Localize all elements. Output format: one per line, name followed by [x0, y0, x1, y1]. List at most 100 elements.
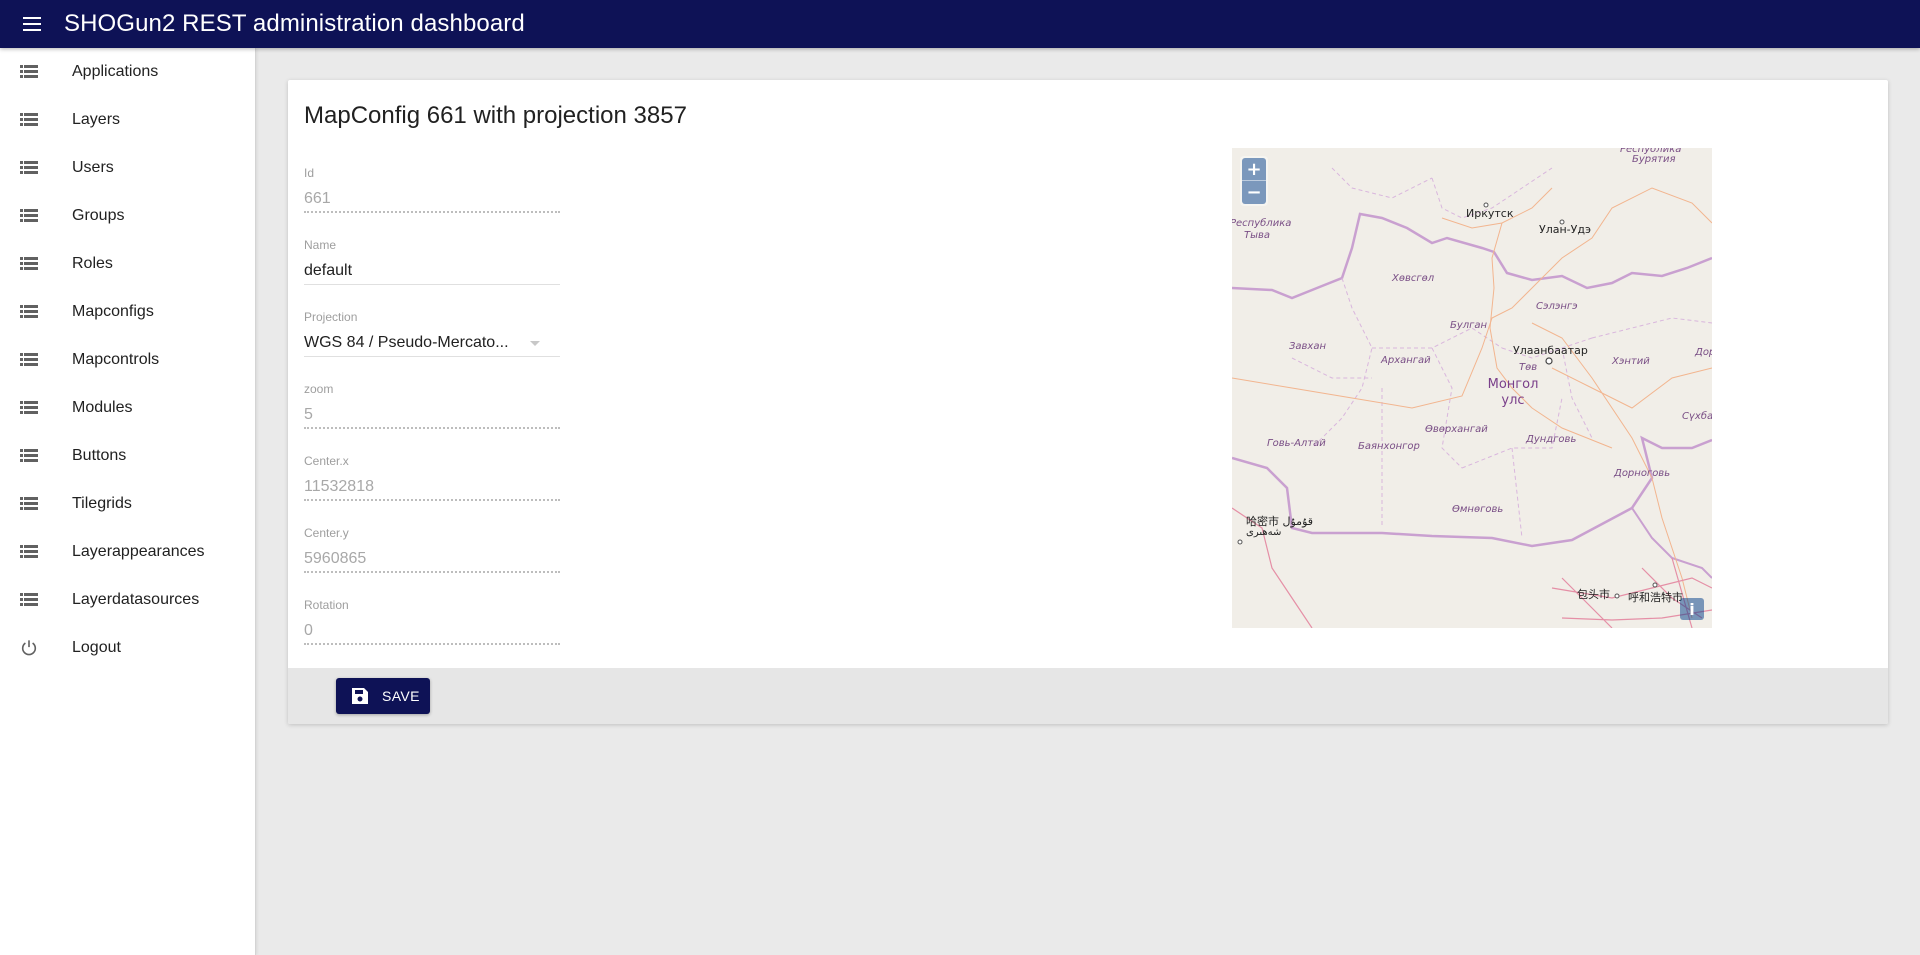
list-icon — [0, 63, 72, 81]
list-icon — [0, 495, 72, 513]
map-label-khovsgol: Хөвсгөл — [1392, 273, 1435, 284]
sidebar-item-label: Groups — [72, 207, 125, 224]
center-y-underline — [304, 571, 560, 573]
city-marker — [1237, 539, 1243, 545]
save-button[interactable]: SAVE — [336, 678, 430, 714]
map-label-dornod: Дорн — [1695, 347, 1712, 358]
country-border — [1232, 212, 1712, 300]
map-label-zavkhan: Завхан — [1289, 341, 1327, 352]
rotation-value: 0 — [304, 622, 313, 639]
sidebar-item-logout[interactable]: Logout — [0, 624, 255, 672]
projection-select[interactable]: Projection WGS 84 / Pseudo-Mercato... — [304, 310, 560, 357]
card-actions: SAVE — [288, 668, 1888, 724]
map-label-selenge: Сэлэнгэ — [1536, 301, 1578, 312]
map-label-hami: شەھىرى — [1246, 527, 1282, 538]
map-viewport[interactable]: Республика Бурятия Иркутск Улан-Удэ Респ… — [1232, 148, 1712, 628]
name-input[interactable] — [304, 262, 560, 280]
rotation-underline — [304, 643, 560, 645]
list-icon — [0, 351, 72, 369]
dropdown-arrow-icon[interactable] — [530, 340, 540, 346]
sidebar-item-users[interactable]: Users — [0, 144, 255, 192]
sidebar-item-label: Users — [72, 159, 114, 176]
country-border — [1631, 507, 1712, 579]
sidebar-item-label: Logout — [72, 639, 121, 656]
map-label-dundgovi: Дундговь — [1526, 434, 1577, 445]
projection-underline — [304, 356, 560, 357]
road — [1232, 187, 1712, 409]
city-marker — [1652, 582, 1658, 588]
power-icon — [0, 639, 72, 657]
list-icon — [0, 255, 72, 273]
sidebar-item-groups[interactable]: Groups — [0, 192, 255, 240]
zoom-label: zoom — [304, 382, 334, 396]
list-icon — [0, 591, 72, 609]
city-marker — [1614, 593, 1620, 599]
map-label-bayankhongor: Баянхонгор — [1358, 441, 1420, 452]
map-label-omnogovi: Өмнөговь — [1452, 504, 1504, 515]
rotation-label: Rotation — [304, 598, 349, 612]
zoom-out-button[interactable]: − — [1242, 181, 1266, 204]
sidebar-item-label: Layerappearances — [72, 543, 205, 560]
center-x-value: 11532818 — [304, 478, 374, 495]
sidebar-item-tilegrids[interactable]: Tilegrids — [0, 480, 255, 528]
map-label-arkhangai: Архангай — [1381, 355, 1431, 366]
map-label-tuva: Республика — [1232, 218, 1292, 229]
map-label-hohhot: 呼和浩特市 — [1628, 591, 1683, 604]
projection-value: WGS 84 / Pseudo-Mercato... — [304, 334, 509, 351]
map-label-mongolia: Монгол улс — [1485, 377, 1541, 409]
zoom-field: zoom 5 — [304, 382, 560, 429]
page-title: MapConfig 661 with projection 3857 — [304, 102, 687, 129]
sidebar-item-mapcontrols[interactable]: Mapcontrols — [0, 336, 255, 384]
map-label-mongolia-line1: Монгол — [1487, 377, 1539, 392]
center-x-label: Center.x — [304, 454, 349, 468]
hamburger-menu-icon — [23, 17, 41, 31]
sidebar-item-label: Mapcontrols — [72, 351, 160, 368]
map-label-tov: Төв — [1519, 362, 1538, 373]
menu-button[interactable] — [8, 0, 56, 48]
center-x-field: Center.x 11532818 — [304, 454, 560, 501]
road — [1441, 187, 1712, 619]
sidebar-item-mapconfigs[interactable]: Mapconfigs — [0, 288, 255, 336]
map-label-khentii: Хэнтий — [1612, 356, 1650, 367]
map-label-buryatia: Бурятия — [1632, 154, 1676, 165]
map-label-ulaanbaatar: Улаанбаатар — [1513, 344, 1588, 357]
sidebar-item-buttons[interactable]: Buttons — [0, 432, 255, 480]
sidebar-item-modules[interactable]: Modules — [0, 384, 255, 432]
map-label-bulgan: Булган — [1450, 320, 1488, 331]
zoom-underline — [304, 427, 560, 429]
name-label: Name — [304, 238, 337, 252]
sidebar-item-label: Buttons — [72, 447, 127, 464]
sidebar-item-roles[interactable]: Roles — [0, 240, 255, 288]
name-field[interactable]: Name — [304, 238, 560, 285]
zoom-in-button[interactable]: + — [1242, 158, 1266, 181]
mapconfig-card: MapConfig 661 with projection 3857 Id 66… — [288, 80, 1888, 724]
map-zoom-control: + − — [1240, 156, 1268, 206]
center-y-label: Center.y — [304, 526, 349, 540]
sidebar-item-label: Tilegrids — [72, 495, 132, 512]
floppy-disk-icon — [352, 688, 368, 704]
list-icon — [0, 303, 72, 321]
sidebar-item-layerdatasources[interactable]: Layerdatasources — [0, 576, 255, 624]
id-field: Id 661 — [304, 166, 560, 213]
app-bar: SHOGun2 REST administration dashboard — [0, 0, 1920, 48]
center-x-underline — [304, 499, 560, 501]
sidebar-item-layerappearances[interactable]: Layerappearances — [0, 528, 255, 576]
zoom-value: 5 — [304, 406, 313, 423]
name-underline — [304, 284, 560, 285]
save-label: SAVE — [382, 688, 420, 704]
map-label-baotou: 包头市 — [1577, 588, 1610, 601]
id-label: Id — [304, 166, 315, 180]
sidebar-item-label: Modules — [72, 399, 133, 416]
city-marker — [1545, 357, 1553, 365]
list-icon — [0, 111, 72, 129]
attribution-info-button[interactable]: i — [1680, 598, 1704, 620]
map-label-tuva: Тыва — [1244, 230, 1271, 241]
sidebar-item-applications[interactable]: Applications — [0, 48, 255, 96]
map-label-mongolia-line2: улс — [1501, 393, 1525, 408]
sidebar: Applications Layers Users Groups Roles M… — [0, 48, 256, 955]
list-icon — [0, 399, 72, 417]
id-value: 661 — [304, 190, 331, 207]
sidebar-item-layers[interactable]: Layers — [0, 96, 255, 144]
map-label-sukhbaatar: Сүхбаа — [1682, 411, 1712, 422]
app-title: SHOGun2 REST administration dashboard — [64, 10, 525, 37]
